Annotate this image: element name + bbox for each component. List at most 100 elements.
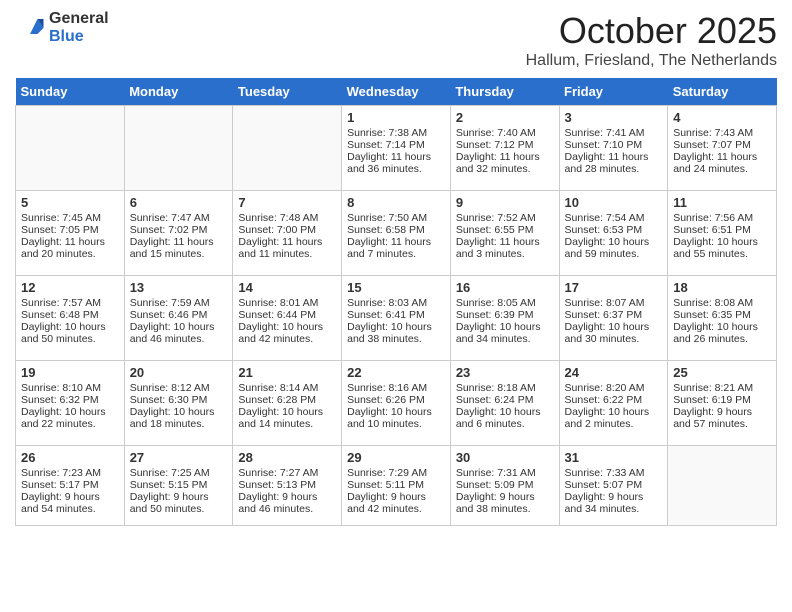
- day-info: Sunset: 6:41 PM: [347, 309, 445, 321]
- calendar-cell: 30 Sunrise: 7:31 AMSunset: 5:09 PMDayligh…: [450, 446, 559, 526]
- day-info: Daylight: 10 hours and 22 minutes.: [21, 406, 119, 430]
- calendar-cell: 22Sunrise: 8:16 AMSunset: 6:26 PMDayligh…: [342, 361, 451, 446]
- day-info: Sunrise: 8:18 AM: [456, 382, 554, 394]
- calendar-subtitle: Hallum, Friesland, The Netherlands: [526, 52, 777, 70]
- day-info: Sunrise: 7:27 AM: [238, 467, 336, 479]
- day-number: 6: [130, 195, 228, 210]
- day-info: Sunrise: 7:54 AM: [565, 212, 663, 224]
- day-info: Sunrise: 8:08 AM: [673, 297, 771, 309]
- day-info: Sunrise: 8:21 AM: [673, 382, 771, 394]
- day-info: Sunrise: 7:48 AM: [238, 212, 336, 224]
- calendar-table: SundayMondayTuesdayWednesdayThursdayFrid…: [15, 78, 777, 526]
- day-info: Sunset: 7:02 PM: [130, 224, 228, 236]
- weekday-header-friday: Friday: [559, 78, 668, 106]
- week-row-3: 19Sunrise: 8:10 AMSunset: 6:32 PMDayligh…: [16, 361, 777, 446]
- day-number: 22: [347, 365, 445, 380]
- day-info: Sunset: 6:19 PM: [673, 394, 771, 406]
- day-number: 11: [673, 195, 771, 210]
- calendar-cell: 28Sunrise: 7:27 AMSunset: 5:13 PMDayligh…: [233, 446, 342, 526]
- day-info: Daylight: 10 hours and 26 minutes.: [673, 321, 771, 345]
- day-number: 3: [565, 110, 663, 125]
- day-info: Sunrise: 8:01 AM: [238, 297, 336, 309]
- calendar-cell: 15Sunrise: 8:03 AMSunset: 6:41 PMDayligh…: [342, 276, 451, 361]
- day-info: Sunrise: 8:10 AM: [21, 382, 119, 394]
- day-info: Sunrise: 7:57 AM: [21, 297, 119, 309]
- calendar-cell: 20Sunrise: 8:12 AMSunset: 6:30 PMDayligh…: [124, 361, 233, 446]
- day-info: Sunrise: 7:50 AM: [347, 212, 445, 224]
- weekday-header-wednesday: Wednesday: [342, 78, 451, 106]
- day-info: Daylight: 10 hours and 18 minutes.: [130, 406, 228, 430]
- calendar-cell: 11Sunrise: 7:56 AMSunset: 6:51 PMDayligh…: [668, 191, 777, 276]
- day-info: Sunset: 5:17 PM: [21, 479, 119, 491]
- day-info: Sunset: 6:39 PM: [456, 309, 554, 321]
- calendar-cell: 16Sunrise: 8:05 AMSunset: 6:39 PMDayligh…: [450, 276, 559, 361]
- calendar-cell: 23Sunrise: 8:18 AMSunset: 6:24 PMDayligh…: [450, 361, 559, 446]
- day-info: Sunrise: 7:52 AM: [456, 212, 554, 224]
- calendar-cell: 7Sunrise: 7:48 AMSunset: 7:00 PMDaylight…: [233, 191, 342, 276]
- logo-text: General Blue: [49, 10, 109, 45]
- day-number: 23: [456, 365, 554, 380]
- day-info: Sunrise: 7:59 AM: [130, 297, 228, 309]
- day-info: Sunrise: 8:03 AM: [347, 297, 445, 309]
- calendar-cell: [16, 106, 125, 191]
- weekday-header-tuesday: Tuesday: [233, 78, 342, 106]
- day-number: 24: [565, 365, 663, 380]
- weekday-header-sunday: Sunday: [16, 78, 125, 106]
- day-info: Sunrise: 7:43 AM: [673, 127, 771, 139]
- day-info: Sunrise: 7:47 AM: [130, 212, 228, 224]
- day-number: 13: [130, 280, 228, 295]
- day-info: Sunrise: 7:25 AM: [130, 467, 228, 479]
- week-row-0: 1Sunrise: 7:38 AMSunset: 7:14 PMDaylight…: [16, 106, 777, 191]
- calendar-cell: 8 Sunrise: 7:50 AMSunset: 6:58 PMDaylight…: [342, 191, 451, 276]
- day-number: 4: [673, 110, 771, 125]
- calendar-cell: 3Sunrise: 7:41 AMSunset: 7:10 PMDaylight…: [559, 106, 668, 191]
- weekday-header-thursday: Thursday: [450, 78, 559, 106]
- day-info: Sunset: 6:44 PM: [238, 309, 336, 321]
- day-number: 27: [130, 450, 228, 465]
- title-block: October 2025 Hallum, Friesland, The Neth…: [526, 10, 777, 70]
- day-info: Sunrise: 7:29 AM: [347, 467, 445, 479]
- day-info: Daylight: 11 hours and 11 minutes.: [238, 236, 336, 260]
- day-number: 7: [238, 195, 336, 210]
- day-info: Daylight: 10 hours and 14 minutes.: [238, 406, 336, 430]
- day-info: Daylight: 10 hours and 55 minutes.: [673, 236, 771, 260]
- day-info: Daylight: 11 hours and 36 minutes.: [347, 151, 445, 175]
- day-number: 2: [456, 110, 554, 125]
- day-info: Daylight: 10 hours and 59 minutes.: [565, 236, 663, 260]
- day-number: 17: [565, 280, 663, 295]
- day-info: Sunset: 6:22 PM: [565, 394, 663, 406]
- day-info: Sunrise: 7:23 AM: [21, 467, 119, 479]
- calendar-cell: 18Sunrise: 8:08 AMSunset: 6:35 PMDayligh…: [668, 276, 777, 361]
- day-info: Sunset: 6:58 PM: [347, 224, 445, 236]
- day-number: 12: [21, 280, 119, 295]
- logo-icon: [15, 13, 45, 43]
- day-info: Daylight: 11 hours and 7 minutes.: [347, 236, 445, 260]
- page-header: General Blue October 2025 Hallum, Friesl…: [15, 10, 777, 70]
- day-number: 30: [456, 450, 554, 465]
- day-info: Sunset: 7:14 PM: [347, 139, 445, 151]
- day-info: Sunset: 6:26 PM: [347, 394, 445, 406]
- day-info: Sunrise: 7:40 AM: [456, 127, 554, 139]
- day-info: Sunrise: 8:16 AM: [347, 382, 445, 394]
- day-info: Daylight: 9 hours and 42 minutes.: [347, 491, 445, 515]
- day-info: Daylight: 11 hours and 28 minutes.: [565, 151, 663, 175]
- day-info: Sunset: 5:13 PM: [238, 479, 336, 491]
- day-info: Daylight: 11 hours and 32 minutes.: [456, 151, 554, 175]
- day-info: Daylight: 9 hours and 38 minutes.: [456, 491, 554, 515]
- logo-blue-text: Blue: [49, 28, 109, 46]
- day-info: Sunset: 5:09 PM: [456, 479, 554, 491]
- logo: General Blue: [15, 10, 109, 45]
- day-number: 8: [347, 195, 445, 210]
- day-number: 31: [565, 450, 663, 465]
- day-info: Daylight: 10 hours and 34 minutes.: [456, 321, 554, 345]
- day-number: 5: [21, 195, 119, 210]
- calendar-cell: 31Sunrise: 7:33 AMSunset: 5:07 PMDayligh…: [559, 446, 668, 526]
- day-info: Sunset: 6:53 PM: [565, 224, 663, 236]
- day-info: Sunrise: 7:31 AM: [456, 467, 554, 479]
- calendar-cell: 29Sunrise: 7:29 AMSunset: 5:11 PMDayligh…: [342, 446, 451, 526]
- week-row-4: 26Sunrise: 7:23 AMSunset: 5:17 PMDayligh…: [16, 446, 777, 526]
- calendar-cell: 12Sunrise: 7:57 AMSunset: 6:48 PMDayligh…: [16, 276, 125, 361]
- day-info: Daylight: 11 hours and 15 minutes.: [130, 236, 228, 260]
- calendar-cell: 17Sunrise: 8:07 AMSunset: 6:37 PMDayligh…: [559, 276, 668, 361]
- calendar-cell: 13Sunrise: 7:59 AMSunset: 6:46 PMDayligh…: [124, 276, 233, 361]
